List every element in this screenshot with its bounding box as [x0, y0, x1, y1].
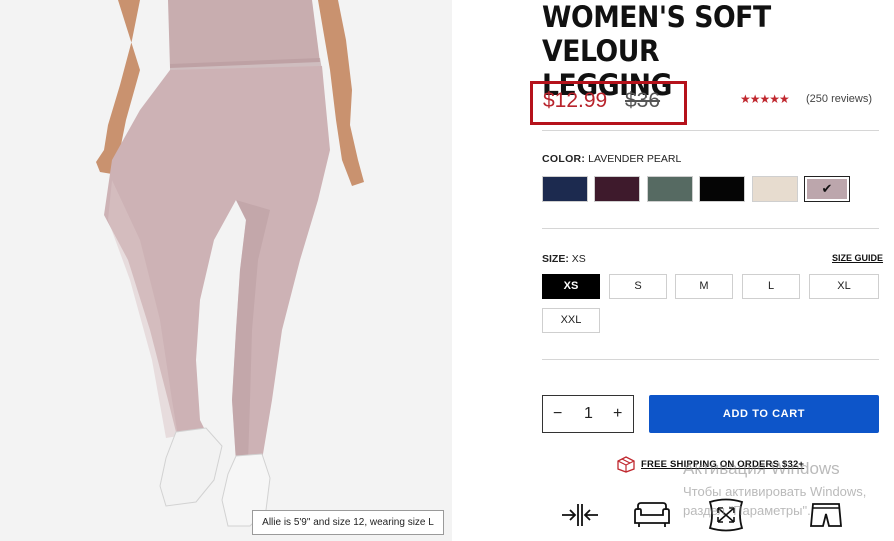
reviews-link[interactable]: (250 reviews)	[806, 93, 872, 105]
activation-watermark-title: Активация Windows	[683, 459, 840, 478]
shorts-icon	[810, 503, 842, 527]
size-option-xl[interactable]: XL	[809, 274, 879, 299]
size-option-xxl[interactable]: XXL	[542, 308, 600, 333]
size-option-s[interactable]: S	[609, 274, 667, 299]
couch-icon	[634, 502, 670, 527]
stretch-icon	[562, 504, 598, 526]
size-label-prefix: SIZE:	[542, 253, 569, 265]
divider	[542, 228, 879, 229]
size-label: SIZE: XS	[542, 253, 586, 265]
size-guide-link[interactable]: SIZE GUIDE	[832, 253, 883, 263]
size-option-l[interactable]: L	[742, 274, 800, 299]
size-option-xs[interactable]: XS	[542, 274, 600, 299]
size-option-m[interactable]: M	[675, 274, 733, 299]
color-label: COLOR: LAVENDER PEARL	[542, 153, 681, 165]
swatch-black[interactable]	[699, 176, 745, 202]
activation-watermark-line3: раздел "Параметры".	[683, 503, 811, 518]
add-to-cart-button[interactable]: ADD TO CART	[649, 395, 879, 433]
model-size-caption: Allie is 5'9" and size 12, wearing size …	[252, 510, 444, 535]
original-price: $36	[625, 89, 661, 112]
box-icon	[617, 456, 635, 473]
product-title-line1: WOMEN'S SOFT VELOUR	[542, 0, 771, 68]
swatch-plum[interactable]	[594, 176, 640, 202]
product-image[interactable]: Allie is 5'9" and size 12, wearing size …	[0, 0, 452, 541]
sale-price: $12.99	[543, 89, 608, 112]
color-label-prefix: COLOR:	[542, 153, 586, 165]
swatch-cream[interactable]	[752, 176, 798, 202]
size-value: XS	[571, 253, 586, 265]
legging-illustration	[96, 0, 364, 527]
swatch-green[interactable]	[647, 176, 693, 202]
divider	[542, 130, 879, 131]
quantity-decrement-button[interactable]: −	[553, 396, 562, 432]
activation-watermark-line2: Чтобы активировать Windows,	[683, 484, 867, 499]
swatch-navy[interactable]	[542, 176, 588, 202]
quantity-increment-button[interactable]: +	[613, 396, 622, 432]
rating-stars-icon[interactable]: ★★★★★	[740, 92, 790, 106]
quantity-value[interactable]: 1	[584, 396, 593, 432]
checkmark-icon: ✔	[821, 181, 833, 196]
quantity-stepper[interactable]: − 1 +	[542, 395, 634, 433]
color-value: LAVENDER PEARL	[588, 153, 682, 165]
swatch-lavender-pearl[interactable]: ✔	[804, 176, 850, 202]
divider	[542, 359, 879, 360]
